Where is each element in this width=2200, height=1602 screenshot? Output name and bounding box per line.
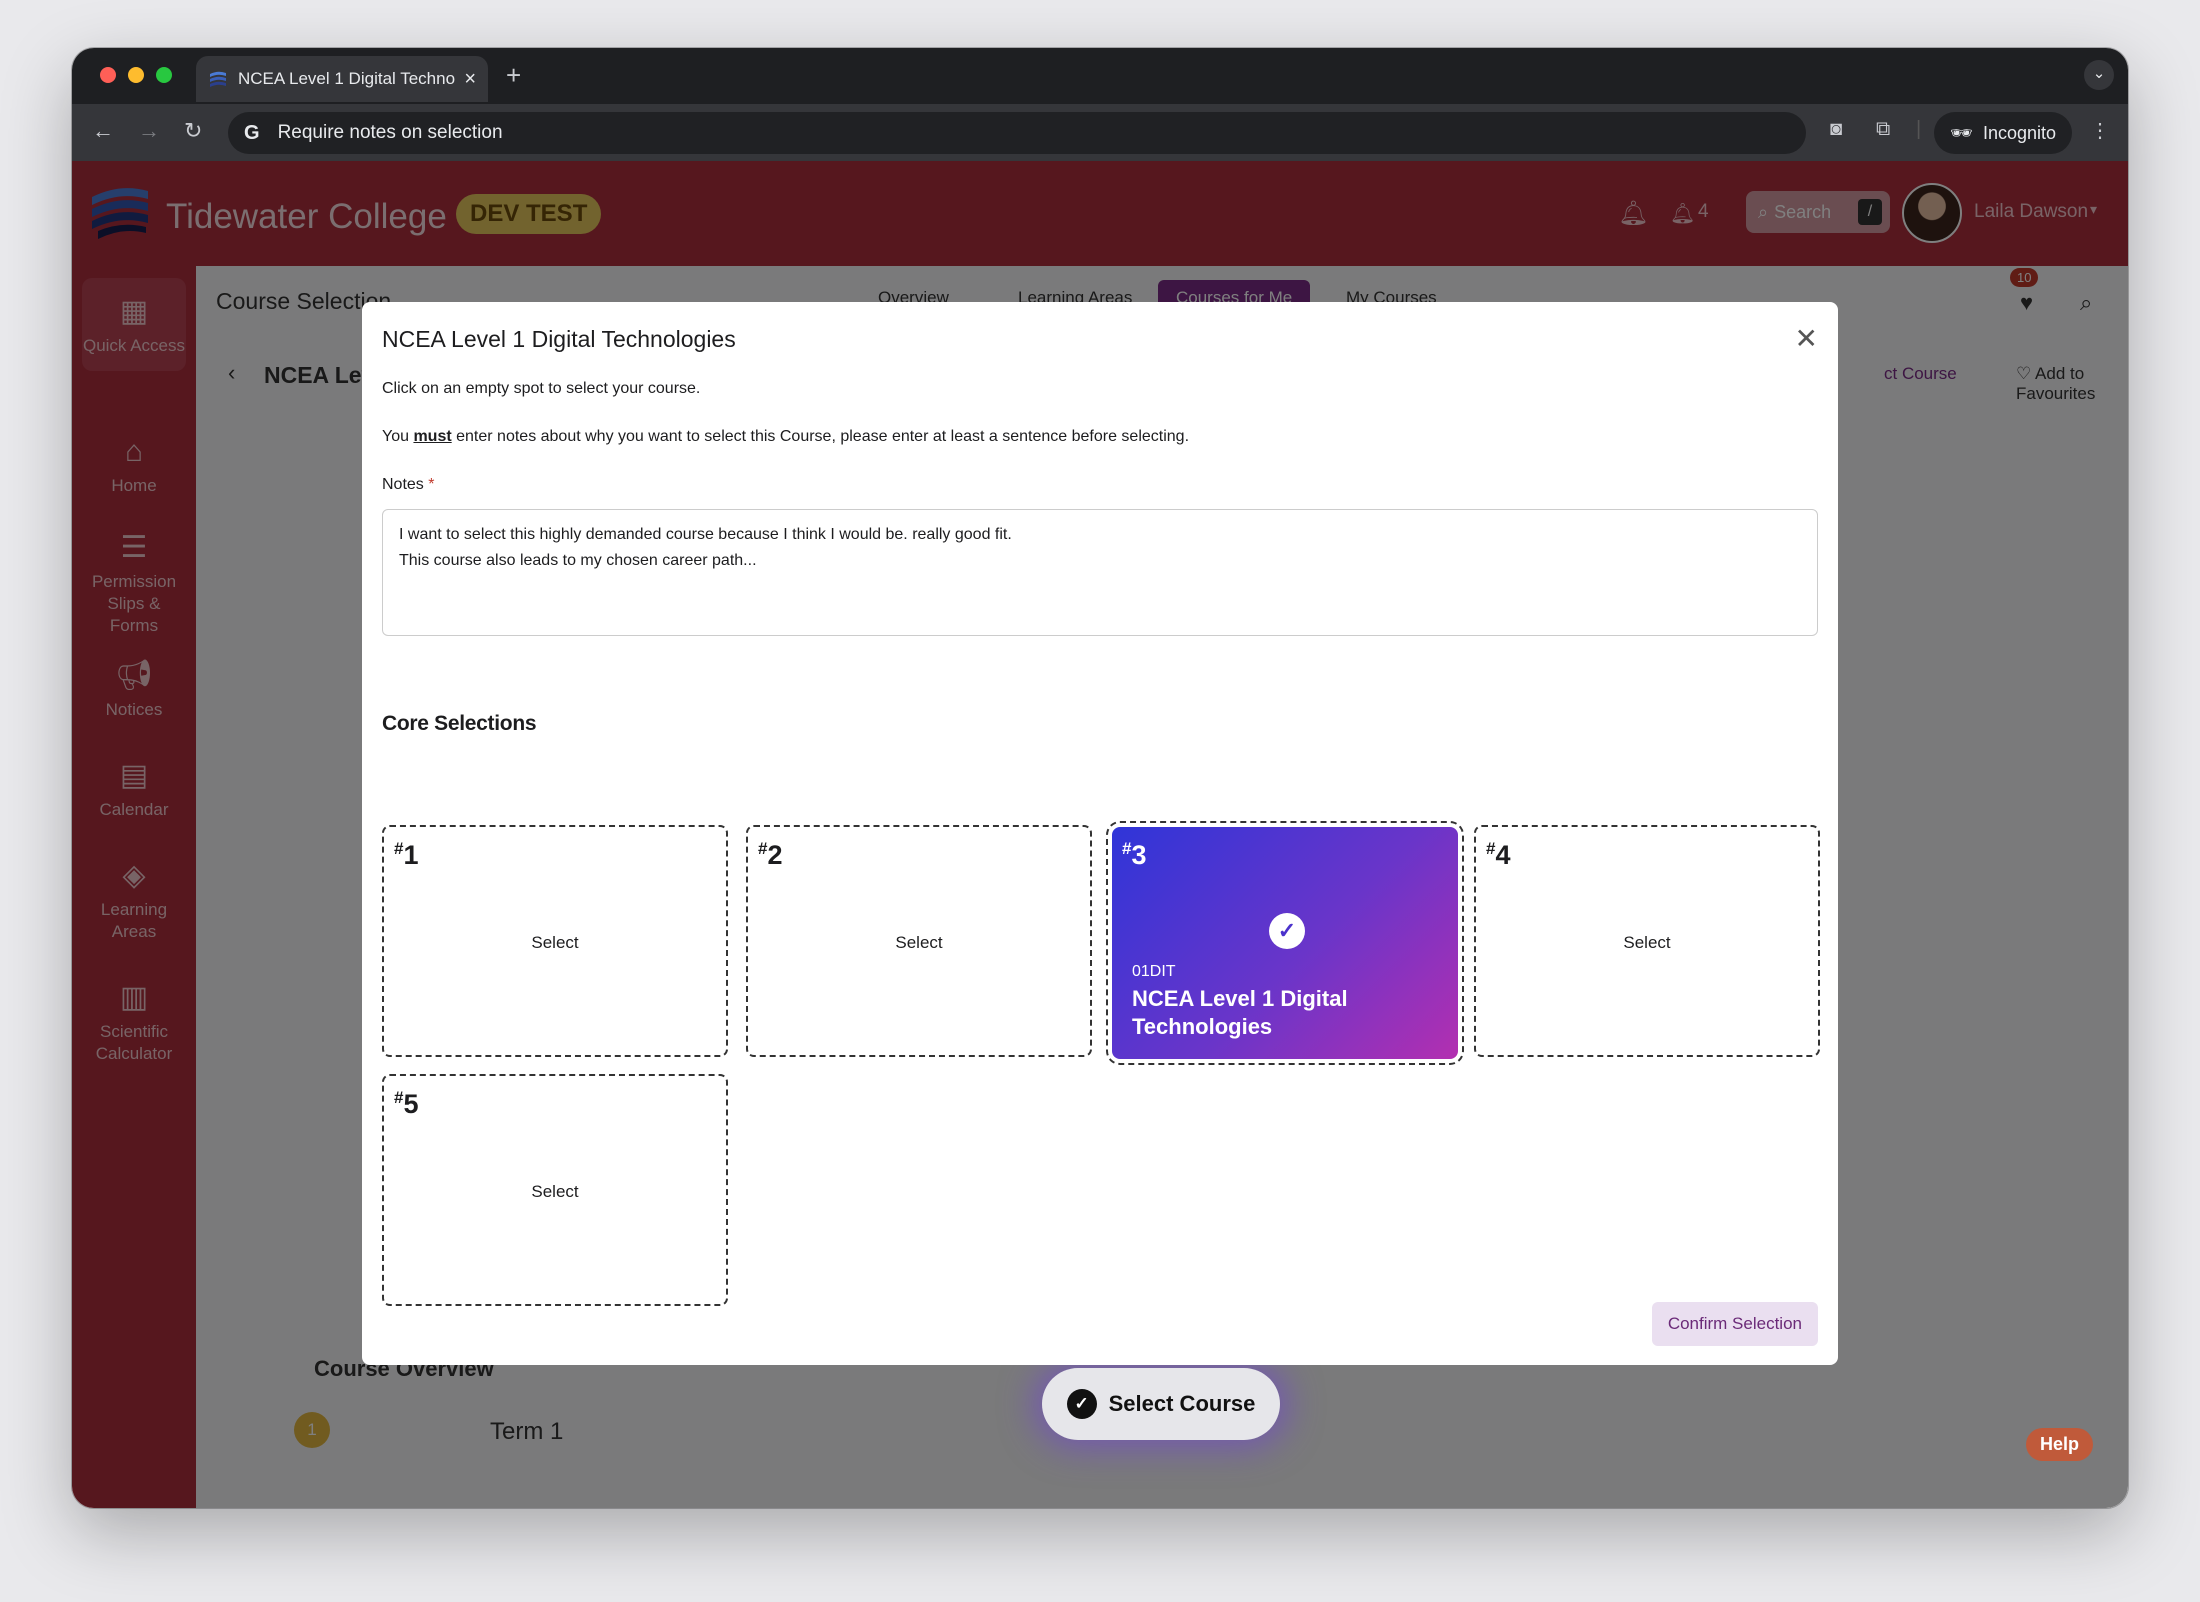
close-window-button[interactable]: [100, 67, 116, 83]
slot-number: #5: [394, 1088, 419, 1119]
toolbar: ← → ↻ G Require notes on selection ◙ ⧉ |…: [72, 104, 2128, 161]
slot-3-selected[interactable]: #3 ✓ 01DIT NCEA Level 1 Digital Technolo…: [1106, 821, 1464, 1065]
minimize-window-button[interactable]: [128, 67, 144, 83]
slot-number: #2: [758, 839, 783, 870]
kebab-menu-icon[interactable]: ⋮: [2090, 118, 2110, 143]
course-name: NCEA Level 1 Digital Technologies: [1132, 986, 1348, 1039]
confirm-selection-button[interactable]: Confirm Selection: [1651, 1302, 1818, 1346]
slot-number: #4: [1486, 839, 1511, 870]
notes-req-must: must: [413, 428, 452, 445]
slot-select-label: Select: [531, 1182, 579, 1201]
check-circle-icon: ✓: [1066, 1389, 1097, 1419]
incognito-icon: 🕶: [1950, 122, 1973, 143]
maximize-window-button[interactable]: [156, 67, 172, 83]
slot-4[interactable]: #4 Select: [1474, 825, 1820, 1057]
tab-close-icon[interactable]: ×: [464, 68, 476, 91]
camera-icon[interactable]: ◙: [1830, 118, 1842, 141]
notes-label: Notes *: [382, 476, 434, 494]
address-text: Require notes on selection: [277, 122, 503, 143]
new-tab-button[interactable]: +: [506, 60, 521, 91]
tab-title: NCEA Level 1 Digital Technolo: [238, 69, 457, 88]
close-icon[interactable]: ✕: [1795, 322, 1818, 355]
required-asterisk: *: [428, 476, 435, 493]
course-selection-modal: NCEA Level 1 Digital Technologies ✕ Clic…: [362, 302, 1838, 1365]
notes-field[interactable]: I want to select this highly demanded co…: [382, 509, 1818, 636]
notes-req-suffix: enter notes about why you want to select…: [451, 428, 1190, 445]
slot-select-label: Select: [895, 933, 943, 952]
slot-1[interactable]: #1 Select: [382, 825, 728, 1057]
select-course-label: Select Course: [1108, 1391, 1256, 1416]
slot-2[interactable]: #2 Select: [746, 825, 1092, 1057]
window-controls: [100, 67, 172, 83]
incognito-label: Incognito: [1982, 122, 2056, 143]
slot-select-label: Select: [531, 933, 579, 952]
tab-favicon-icon: [210, 71, 226, 87]
extensions-icon[interactable]: ⧉: [1876, 118, 1890, 141]
toolbar-divider: |: [1916, 118, 1922, 140]
course-code: 01DIT: [1132, 963, 1176, 980]
slot-number: #3: [1122, 839, 1147, 870]
notes-req-prefix: You: [382, 428, 414, 445]
reload-icon[interactable]: ↻: [184, 118, 202, 144]
google-icon: G: [244, 121, 260, 144]
address-bar[interactable]: G Require notes on selection: [228, 112, 1806, 154]
slot-number: #1: [394, 839, 419, 870]
help-button[interactable]: Help: [2026, 1428, 2094, 1461]
browser-tab[interactable]: NCEA Level 1 Digital Technolo ×: [196, 56, 488, 102]
browser-chrome: NCEA Level 1 Digital Technolo × + ⌄ ← → …: [72, 48, 2128, 161]
tab-search-chevron-icon[interactable]: ⌄: [2084, 60, 2114, 90]
notes-label-text: Notes: [382, 476, 424, 493]
browser-window: NCEA Level 1 Digital Technolo × + ⌄ ← → …: [72, 48, 2128, 1508]
slot-select-label: Select: [1623, 933, 1671, 952]
notes-requirement: You must enter notes about why you want …: [382, 428, 1189, 446]
modal-title: NCEA Level 1 Digital Technologies: [382, 326, 736, 352]
incognito-indicator[interactable]: 🕶 Incognito: [1934, 112, 2072, 154]
back-icon[interactable]: ←: [92, 118, 114, 144]
core-selections-heading: Core Selections: [382, 712, 537, 735]
forward-icon[interactable]: →: [138, 118, 160, 144]
select-course-fab[interactable]: ✓ Select Course: [1042, 1368, 1280, 1440]
modal-instruction: Click on an empty spot to select your co…: [382, 380, 701, 397]
slot-5[interactable]: #5 Select: [382, 1074, 728, 1306]
selected-check-icon: ✓: [1269, 913, 1305, 949]
